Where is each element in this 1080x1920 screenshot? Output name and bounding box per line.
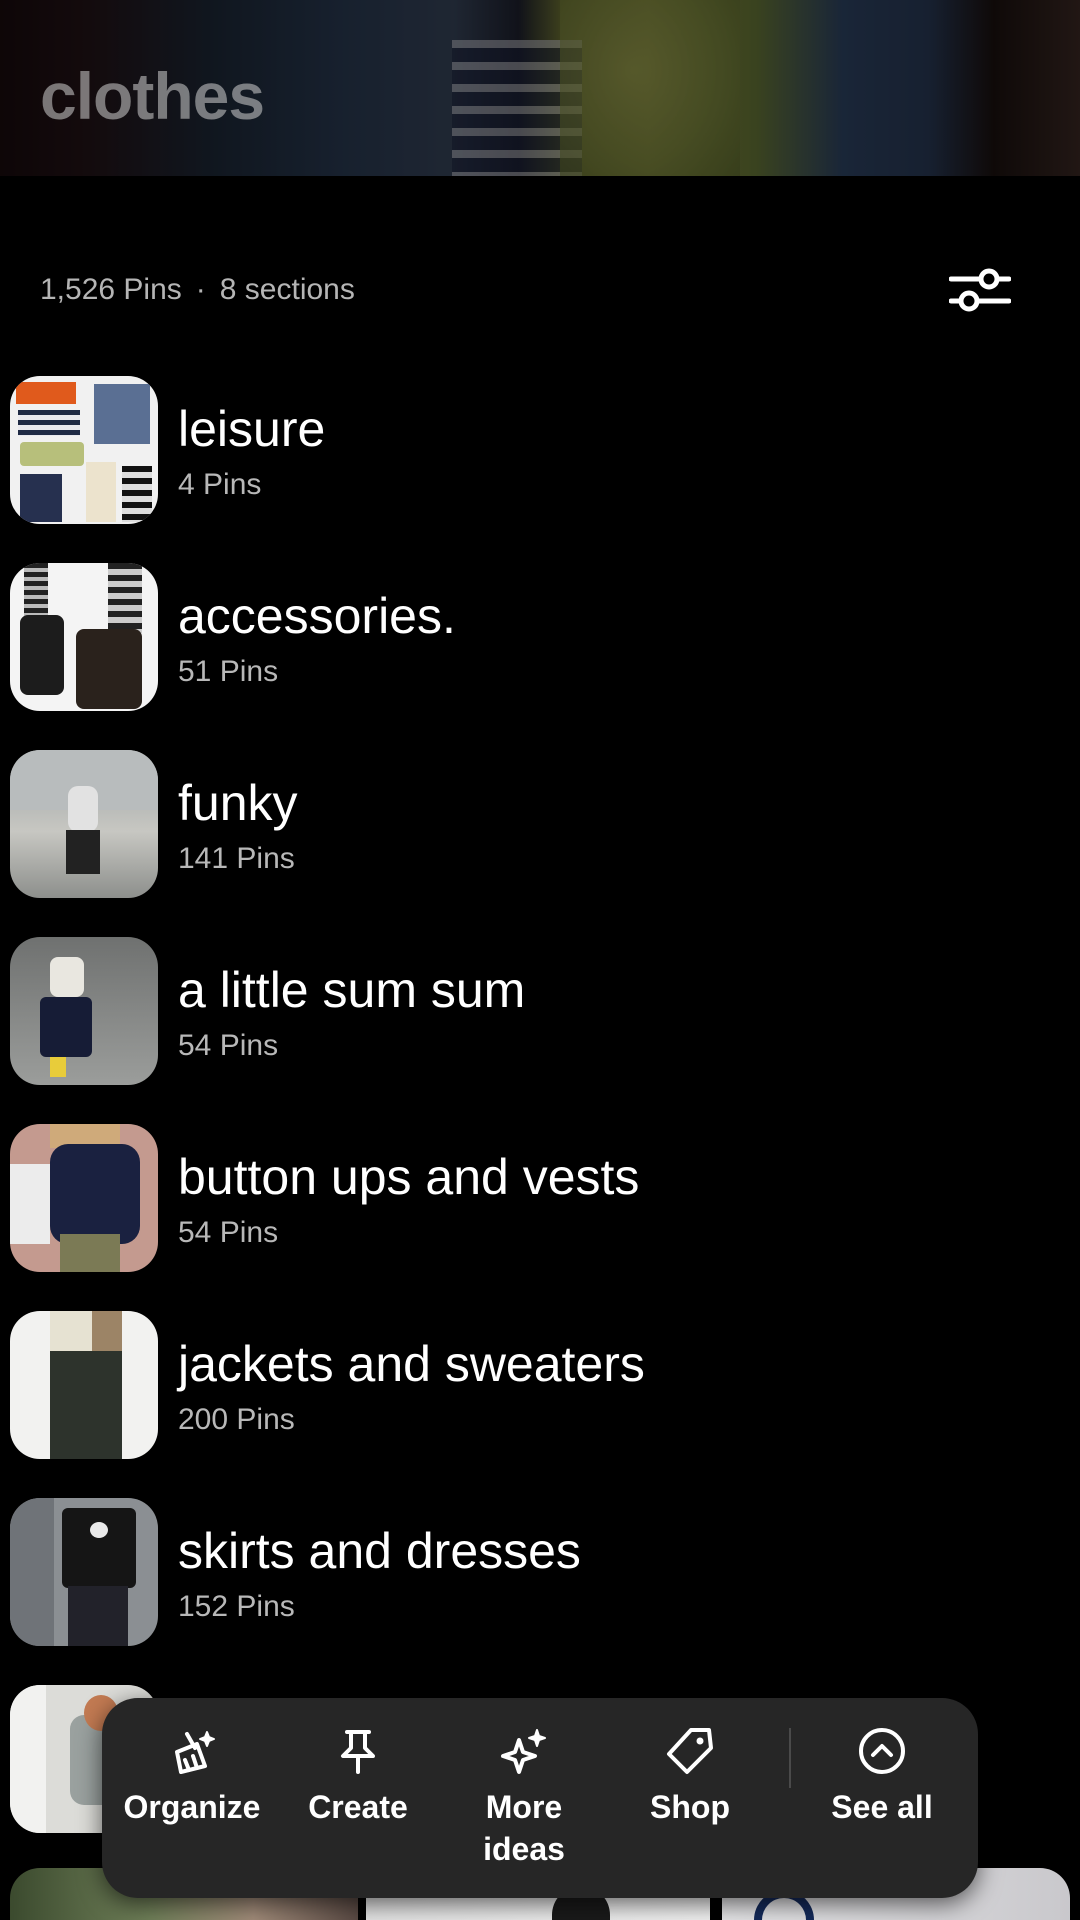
section-pin-count: 4 Pins — [178, 468, 262, 501]
section-thumbnail — [10, 376, 158, 524]
section-thumbnail — [10, 937, 158, 1085]
section-thumbnail — [10, 750, 158, 898]
see-all-label: See all — [831, 1789, 933, 1825]
board-action-bar: Organize Create More ideas Shop See all — [102, 1698, 978, 1898]
section-thumbnail — [10, 1124, 158, 1272]
meta-separator: · — [195, 273, 206, 306]
create-button[interactable]: Create — [282, 1698, 434, 1898]
section-item-jackets-and-sweaters[interactable]: jackets and sweaters 200 Pins — [0, 1311, 1080, 1461]
board-cover-image: clothes — [0, 0, 1080, 176]
pushpin-icon — [333, 1726, 383, 1776]
tag-icon — [665, 1726, 715, 1776]
more-ideas-button[interactable]: More ideas — [448, 1698, 600, 1898]
see-all-button[interactable]: See all — [802, 1698, 962, 1898]
chevron-up-circle-icon — [857, 1726, 907, 1776]
sections-count: 8 sections — [219, 273, 355, 306]
shop-label: Shop — [650, 1789, 730, 1825]
section-item-button-ups-and-vests[interactable]: button ups and vests 54 Pins — [0, 1124, 1080, 1274]
section-pin-count: 141 Pins — [178, 842, 295, 875]
section-name: leisure — [178, 401, 326, 457]
broom-icon — [167, 1726, 217, 1776]
sparkle-icon — [499, 1726, 549, 1776]
organize-label: Organize — [123, 1789, 261, 1825]
section-name: accessories. — [178, 588, 456, 644]
section-pin-count: 54 Pins — [178, 1029, 279, 1062]
board-title: clothes — [40, 59, 265, 133]
section-pin-count: 51 Pins — [178, 655, 279, 688]
section-pin-count: 54 Pins — [178, 1216, 279, 1249]
shop-button[interactable]: Shop — [614, 1698, 766, 1898]
more-ideas-label: More ideas — [483, 1789, 565, 1867]
section-item-a-little-sum-sum[interactable]: a little sum sum 54 Pins — [0, 937, 1080, 1087]
section-name: funky — [178, 775, 298, 831]
section-pin-count: 152 Pins — [178, 1590, 295, 1623]
section-name: button ups and vests — [178, 1149, 640, 1205]
section-thumbnail — [10, 1498, 158, 1646]
section-item-skirts-and-dresses[interactable]: skirts and dresses 152 Pins — [0, 1498, 1080, 1648]
board-meta: 1,526 Pins · 8 sections — [40, 268, 1040, 312]
section-name: jackets and sweaters — [178, 1336, 645, 1392]
section-item-leisure[interactable]: leisure 4 Pins — [0, 376, 1080, 526]
section-name: a little sum sum — [178, 962, 526, 1018]
board-screen: clothes 1,526 Pins · 8 sections leisure … — [0, 0, 1080, 1920]
pins-count: 1,526 Pins — [40, 273, 182, 306]
action-bar-divider — [789, 1728, 791, 1788]
filter-button[interactable] — [946, 262, 1014, 318]
sliders-icon — [949, 268, 1011, 312]
section-thumbnail — [10, 1311, 158, 1459]
section-item-accessories[interactable]: accessories. 51 Pins — [0, 563, 1080, 713]
section-item-funky[interactable]: funky 141 Pins — [0, 750, 1080, 900]
section-pin-count: 200 Pins — [178, 1403, 295, 1436]
section-name: skirts and dresses — [178, 1523, 581, 1579]
organize-button[interactable]: Organize — [116, 1698, 268, 1898]
create-label: Create — [308, 1789, 408, 1825]
section-thumbnail — [10, 563, 158, 711]
